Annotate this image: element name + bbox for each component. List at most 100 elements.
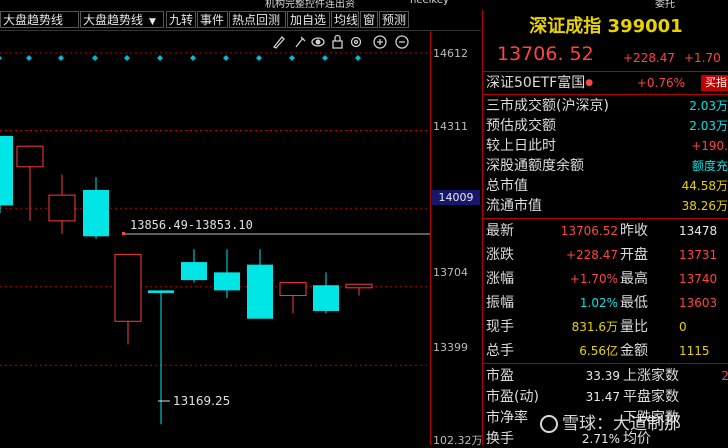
candle[interactable]	[48, 174, 76, 234]
tab-moving-average[interactable]: 均线	[331, 11, 359, 28]
tab-label: 大盘趋势线	[3, 13, 64, 27]
candle[interactable]	[313, 272, 339, 314]
tab-label: 加自选	[290, 13, 327, 27]
event-marker[interactable]	[190, 55, 196, 61]
event-marker[interactable]	[322, 55, 328, 61]
ratio-value-2: 2	[703, 366, 728, 386]
tab-jiuzhuan[interactable]: 九转	[166, 11, 196, 28]
snowball-logo-icon	[540, 415, 558, 433]
event-marker[interactable]	[92, 55, 98, 61]
tab-hotspot-backtest[interactable]: 热点回测	[229, 11, 286, 28]
quote-value-2: 13478	[679, 224, 718, 238]
y-tick: 102.32万	[433, 434, 483, 447]
candle-body	[345, 283, 373, 289]
stat-label: 三市成交额(沪深京)	[486, 98, 609, 114]
candle[interactable]	[16, 145, 44, 221]
quote-label-2: 金额	[620, 343, 648, 359]
candle-body	[0, 135, 13, 206]
gap-marker	[122, 232, 125, 235]
ratio-label: 换手	[486, 431, 514, 445]
quote-value: 13706.52	[560, 224, 618, 238]
candlestick-chart[interactable]: 13856.49-13853.10 13169.25	[0, 31, 430, 445]
event-markers	[0, 55, 361, 61]
quote-label-2: 量比	[620, 319, 648, 335]
candle[interactable]	[83, 177, 109, 239]
quote-value-2: 13731	[679, 248, 718, 262]
dot-icon: ●	[585, 78, 594, 88]
stat-value: 44.58万	[681, 179, 728, 193]
event-marker[interactable]	[124, 55, 130, 61]
candle[interactable]	[0, 135, 13, 214]
divider	[483, 94, 728, 95]
ratio-label: 市盈(动)	[486, 389, 539, 405]
stat-value: 额度充	[691, 159, 728, 173]
ratio-label-2: 上涨家数	[623, 368, 679, 384]
gap-label: 13856.49-13853.10	[130, 218, 253, 232]
candle-body	[279, 282, 307, 297]
candle-body	[83, 189, 109, 237]
y-tick: 14612	[433, 47, 468, 60]
event-marker[interactable]	[157, 55, 163, 61]
divider	[483, 218, 728, 219]
ratio-label: 市净率	[486, 410, 528, 426]
candle[interactable]	[181, 249, 207, 283]
top-strip-item[interactable]: 委托	[655, 0, 675, 8]
stat-value: +190.	[691, 139, 728, 153]
event-marker[interactable]	[26, 55, 32, 61]
quote-label: 最新	[486, 223, 514, 239]
ratio-label-2: 平盘家数	[623, 389, 679, 405]
stat-label: 较上日此时	[486, 138, 556, 154]
etf-row[interactable]: 深证50ETF富国●	[486, 73, 593, 93]
quote-value-2: 13603	[679, 296, 718, 310]
candle-body	[247, 264, 273, 319]
quote-label-2: 最低	[620, 295, 648, 311]
tab-window[interactable]: 窗	[360, 11, 378, 28]
buy-button[interactable]: 买指	[701, 75, 728, 91]
tab-label: 均线	[334, 13, 359, 27]
divider	[483, 363, 728, 364]
stat-value: 2.03万	[689, 119, 728, 133]
tab-label: 九转	[169, 13, 194, 27]
event-marker[interactable]	[223, 55, 229, 61]
candle[interactable]	[114, 253, 142, 345]
event-marker[interactable]	[0, 55, 2, 61]
quote-label: 涨幅	[486, 271, 514, 287]
event-marker[interactable]	[58, 55, 64, 61]
tab-label: 预测	[382, 13, 407, 27]
quote-label-2: 昨收	[620, 223, 648, 239]
candle[interactable]	[345, 283, 373, 296]
event-marker[interactable]	[289, 55, 295, 61]
stat-value: 38.26万	[681, 199, 728, 213]
candle-body	[181, 262, 207, 281]
stat-label: 预估成交额	[486, 118, 556, 134]
candle[interactable]	[279, 282, 307, 314]
chevron-down-icon: ▼	[149, 17, 156, 27]
stat-label: 总市值	[486, 178, 528, 194]
stat-row: 较上日此时	[486, 136, 556, 156]
candle[interactable]	[148, 290, 174, 425]
stat-row: 三市成交额(沪深京)	[486, 96, 609, 116]
ratio-value: 33.39	[585, 369, 620, 383]
low-label: 13169.25	[173, 394, 230, 408]
event-marker[interactable]	[355, 55, 361, 61]
event-marker[interactable]	[256, 55, 262, 61]
etf-pct: +0.76%	[636, 76, 685, 90]
quote-label: 现手	[486, 319, 514, 335]
stat-row: 总市值	[486, 176, 528, 196]
candle[interactable]	[214, 249, 240, 299]
candle-body	[16, 145, 44, 168]
candle-body	[313, 285, 339, 311]
candle-body	[48, 194, 76, 222]
tab-forecast[interactable]: 预测	[379, 11, 409, 28]
stat-label: 流通市值	[486, 198, 542, 214]
candle[interactable]	[247, 249, 273, 319]
tab-events[interactable]: 事件	[197, 11, 228, 28]
stat-label: 深股通额度余额	[486, 158, 584, 174]
quote-value-2: 0	[679, 320, 687, 334]
tab-add-watchlist[interactable]: 加自选	[287, 11, 330, 28]
tab-trend-line-dropdown[interactable]: 大盘趋势线 ▼	[80, 11, 164, 28]
tab-trend-line[interactable]: 大盘趋势线	[0, 11, 79, 28]
ratio-value: 31.47	[585, 390, 620, 404]
quote-label: 总手	[486, 343, 514, 359]
tab-label: 热点回测	[232, 13, 281, 27]
